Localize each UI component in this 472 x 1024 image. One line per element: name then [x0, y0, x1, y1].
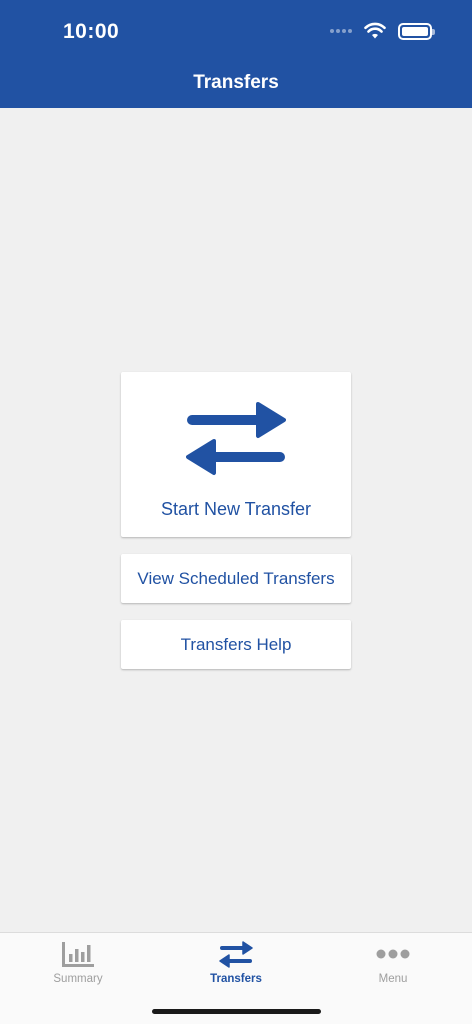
- cellular-signal-icon: [330, 29, 352, 33]
- app-header: 10:00 Transfers: [0, 0, 472, 108]
- wifi-icon: [364, 22, 386, 39]
- tab-transfers[interactable]: Transfers: [176, 939, 296, 995]
- home-indicator: [152, 1009, 321, 1014]
- view-scheduled-transfers-button[interactable]: View Scheduled Transfers: [121, 554, 351, 603]
- tab-menu[interactable]: Menu: [333, 939, 453, 995]
- transfers-help-button[interactable]: Transfers Help: [121, 620, 351, 669]
- start-new-transfer-button[interactable]: Start New Transfer: [121, 372, 351, 537]
- bar-chart-icon: [62, 942, 94, 967]
- tab-transfers-label: Transfers: [210, 973, 262, 985]
- more-dots-icon: [376, 949, 410, 959]
- status-indicators: [330, 22, 435, 40]
- transfer-arrows-icon: [219, 941, 253, 968]
- transfer-arrows-icon: [186, 402, 286, 475]
- tab-menu-label: Menu: [378, 973, 408, 985]
- start-new-transfer-label: Start New Transfer: [160, 499, 312, 519]
- tab-summary-label: Summary: [53, 973, 103, 985]
- tab-summary[interactable]: Summary: [18, 939, 138, 995]
- battery-icon: [398, 22, 435, 40]
- status-time: 10:00: [63, 20, 120, 43]
- page-title: Transfers: [193, 72, 279, 93]
